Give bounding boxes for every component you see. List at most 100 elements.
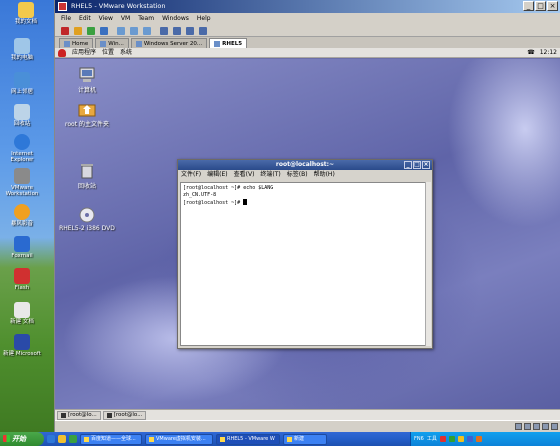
menu-windows[interactable]: Windows	[162, 13, 189, 24]
desktop-icon-recycle-bin[interactable]: 回收站	[0, 104, 44, 127]
desktop-icon-network[interactable]: 网上邻居	[0, 72, 44, 95]
terminal-scrollbar[interactable]	[425, 182, 431, 346]
browser-icon	[149, 436, 154, 442]
start-button[interactable]: 开始	[0, 432, 44, 446]
full-screen-button[interactable]	[184, 25, 195, 36]
terminal-line: [root@localhost ~]#	[183, 200, 244, 206]
snapshot-manager-button[interactable]	[141, 25, 152, 36]
menu-places[interactable]: 位置	[102, 48, 114, 57]
menu-system[interactable]: 系统	[120, 48, 132, 57]
view-tabs-button[interactable]	[171, 25, 182, 36]
power-on-button[interactable]	[85, 25, 96, 36]
volume-icon[interactable]	[466, 436, 473, 442]
tab-windows-server[interactable]: Windows Server 20...	[130, 38, 208, 48]
update-icon[interactable]	[475, 436, 482, 442]
snapshot-button[interactable]	[115, 25, 126, 36]
view-sidebar-button[interactable]	[158, 25, 169, 36]
terminal-menu-view[interactable]: 查看(V)	[234, 170, 255, 180]
menu-vm[interactable]: VM	[121, 13, 130, 24]
reset-button[interactable]	[98, 25, 109, 36]
word-document-icon	[14, 334, 30, 350]
reset-icon	[99, 26, 108, 35]
internet-explorer-icon	[14, 134, 30, 150]
menu-team[interactable]: Team	[138, 13, 154, 24]
close-button[interactable]: ×	[547, 1, 558, 11]
terminal-window-controls: _ □ ×	[404, 161, 430, 169]
terminal-menu-terminal[interactable]: 终端(T)	[260, 170, 280, 180]
tab-home[interactable]: Home	[59, 38, 94, 48]
desktop-icon-flash[interactable]: Flash	[0, 268, 44, 291]
taskbar-item-vmware-guide[interactable]: VMware虚拟机安装...	[145, 433, 213, 445]
terminal-title-bar[interactable]: root@localhost:~ _ □ ×	[178, 160, 432, 170]
menu-edit[interactable]: Edit	[79, 13, 91, 24]
power-off-button[interactable]	[59, 25, 70, 36]
minimize-button[interactable]: _	[523, 1, 534, 11]
cdrom-icon[interactable]	[524, 423, 531, 430]
guest-screen[interactable]: 应用程序 位置 系统 ☎ 12:12 计算机 root 的主文件夹 回收站 RH…	[55, 48, 560, 420]
network-adapter-icon[interactable]	[542, 423, 549, 430]
flash-icon	[14, 268, 30, 284]
tab-rhel5[interactable]: RHEL5	[209, 38, 248, 48]
desktop-icon-my-computer[interactable]: 我的电脑	[0, 38, 44, 61]
taskbar-item-baidu[interactable]: 百度知道——全球...	[80, 433, 142, 445]
taskbar-item-vmware[interactable]: RHEL5 - VMware W	[216, 433, 280, 445]
terminal-close-button[interactable]: ×	[422, 161, 430, 169]
vmware-toolbar	[55, 24, 560, 37]
taskbar-item-new[interactable]: 新建	[283, 433, 327, 445]
vmware-icon	[220, 436, 225, 442]
folder-icon	[18, 2, 34, 18]
desktop-icon-computer[interactable]: 计算机	[57, 67, 117, 94]
taskbar-item-terminal-2[interactable]: [root@lo...	[102, 411, 147, 420]
floppy-icon[interactable]	[533, 423, 540, 430]
browser-icon	[84, 436, 89, 442]
menu-applications[interactable]: 应用程序	[72, 48, 96, 57]
qq-icon[interactable]	[457, 436, 464, 442]
terminal-window[interactable]: root@localhost:~ _ □ × 文件(F) 编辑(E) 查看(V)…	[177, 159, 433, 349]
input-method-indicator[interactable]: FN6	[414, 432, 424, 446]
vmware-title-bar[interactable]: RHEL5 - VMware Workstation _ □ ×	[55, 0, 560, 13]
tools-label[interactable]: 工具	[427, 432, 437, 446]
network-status-icon[interactable]: ☎	[527, 48, 534, 58]
desktop-icon-vmware[interactable]: VMware Workstation	[0, 168, 44, 198]
desktop-icon-new-microsoft[interactable]: 新建 Microsoft	[0, 334, 44, 357]
antivirus-icon[interactable]	[439, 436, 446, 442]
menu-file[interactable]: File	[61, 13, 71, 24]
quick-launch-ie-icon[interactable]	[47, 435, 55, 443]
quick-switch-button[interactable]	[197, 25, 208, 36]
menu-view[interactable]: View	[99, 13, 113, 24]
desktop-icon-dvd[interactable]: RHEL5-2 i386 DVD	[57, 207, 117, 232]
desktop-icon-storm-player[interactable]: 暴风影音	[0, 204, 44, 227]
quick-switch-icon	[198, 26, 207, 35]
desktop-icon-foxmail[interactable]: Foxmail	[0, 236, 44, 259]
desktop-icon-trash[interactable]: 回收站	[57, 163, 117, 190]
tab-win[interactable]: Win...	[95, 38, 129, 48]
terminal-menu-edit[interactable]: 编辑(E)	[207, 170, 227, 180]
desktop-icon-home-folder[interactable]: root 的主文件夹	[57, 101, 117, 128]
network-icon[interactable]	[448, 436, 455, 442]
terminal-minimize-button[interactable]: _	[404, 161, 412, 169]
maximize-button[interactable]: □	[535, 1, 546, 11]
menu-help[interactable]: Help	[197, 13, 211, 24]
desktop-icon-new-document[interactable]: 新建 文档	[0, 302, 44, 325]
vmware-window: RHEL5 - VMware Workstation _ □ × File Ed…	[54, 0, 560, 432]
terminal-maximize-button[interactable]: □	[413, 161, 421, 169]
quick-launch-desktop-icon[interactable]	[69, 435, 77, 443]
quick-launch-folder-icon[interactable]	[58, 435, 66, 443]
terminal-output[interactable]: [root@localhost ~]# echo $LANG zh_CN.UTF…	[180, 182, 426, 346]
revert-icon	[129, 26, 138, 35]
clock[interactable]: 12:12	[540, 48, 557, 58]
terminal-menu-tabs[interactable]: 标签(B)	[287, 170, 308, 180]
taskbar-item-terminal-1[interactable]: [root@lo...	[57, 411, 101, 420]
terminal-menu-file[interactable]: 文件(F)	[181, 170, 201, 180]
revert-button[interactable]	[128, 25, 139, 36]
text-cursor	[243, 199, 248, 205]
terminal-icon	[61, 413, 66, 418]
suspend-button[interactable]	[72, 25, 83, 36]
terminal-menu-help[interactable]: 帮助(H)	[314, 170, 335, 180]
system-tray: FN6 工具	[410, 432, 560, 446]
snapshot-manager-icon	[142, 26, 151, 35]
usb-icon[interactable]	[551, 423, 558, 430]
hdd-icon[interactable]	[515, 423, 522, 430]
desktop-icon-internet-explorer[interactable]: Internet Explorer	[0, 134, 44, 164]
desktop-icon-my-documents[interactable]: 我的文档	[4, 2, 48, 25]
